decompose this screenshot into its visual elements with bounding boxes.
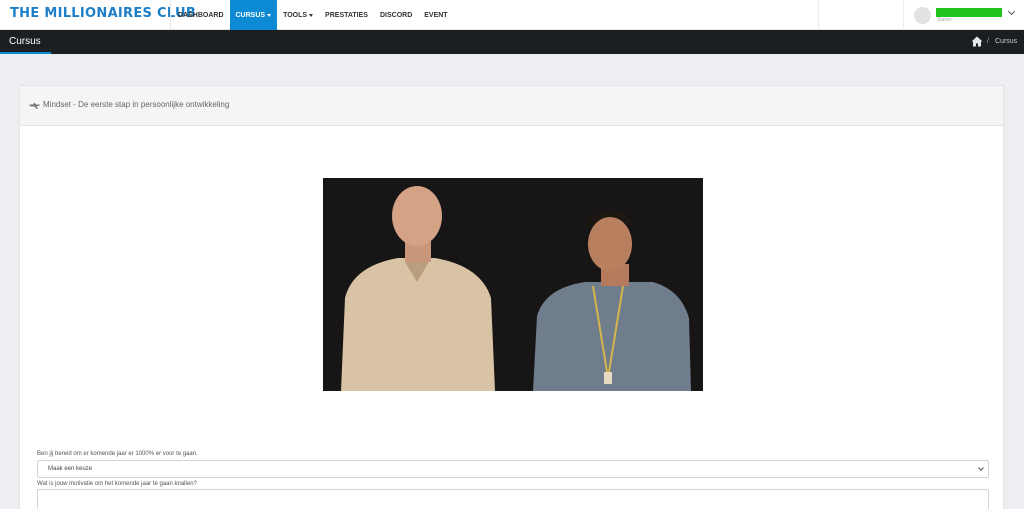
nav-item-label: CURSUS xyxy=(235,11,266,19)
nav-item-label: DASHBOARD xyxy=(178,11,224,19)
video-frame xyxy=(323,178,703,391)
nav-item-prestaties[interactable]: PRESTATIES xyxy=(319,0,374,30)
chevron-down-icon[interactable] xyxy=(1007,7,1016,16)
motivation-textarea[interactable] xyxy=(37,489,989,509)
brand-logo[interactable]: THE MILLIONAIRES CLUB xyxy=(10,6,196,21)
nav-item-dashboard[interactable]: DASHBOARD xyxy=(172,0,230,30)
page-title-bar: Cursus xyxy=(0,30,1024,54)
caret-down-icon xyxy=(309,13,314,17)
user-role: Starter xyxy=(937,17,953,23)
video-player[interactable] xyxy=(323,178,703,391)
nav-item-label: PRESTATIES xyxy=(325,11,368,19)
question-2-label: Wat is jouw motivatie om het komende jaa… xyxy=(37,481,197,487)
nav-item-tools[interactable]: TOOLS xyxy=(277,0,319,30)
navbar-divider xyxy=(903,0,904,30)
card-header: Mindset - De eerste stap in persoonlijke… xyxy=(20,86,1003,126)
lesson-card: Mindset - De eerste stap in persoonlijke… xyxy=(19,85,1004,509)
user-name-redacted[interactable] xyxy=(936,8,1002,17)
nav-item-event[interactable]: EVENT xyxy=(418,0,453,30)
breadcrumb-separator: / xyxy=(987,38,989,45)
nav-item-cursus[interactable]: CURSUS xyxy=(229,0,278,30)
nav-item-label: EVENT xyxy=(424,11,448,19)
user-avatar[interactable] xyxy=(914,7,931,24)
hand-pointer-icon xyxy=(29,102,40,109)
nav-item-label: DISCORD xyxy=(379,11,413,19)
nav-item-discord[interactable]: DISCORD xyxy=(374,0,418,30)
top-navbar: THE MILLIONAIRES CLUB DASHBOARD CURSUS T… xyxy=(0,0,1024,30)
title-underline xyxy=(0,52,51,54)
lesson-title: Mindset - De eerste stap in persoonlijke… xyxy=(43,100,230,109)
commitment-select[interactable]: Maak een keuze xyxy=(37,460,989,478)
page-title: Cursus xyxy=(9,36,41,47)
question-1-label: Ben jij bereid om er komende jaar er 100… xyxy=(37,451,198,457)
navbar-divider xyxy=(818,0,819,30)
home-icon[interactable] xyxy=(971,36,983,47)
main-nav: DASHBOARD CURSUS TOOLS PRESTATIES DISCOR… xyxy=(172,0,454,30)
caret-down-icon xyxy=(267,13,272,17)
breadcrumb-current: Cursus xyxy=(995,38,1018,45)
nav-divider xyxy=(170,0,171,30)
nav-item-label: TOOLS xyxy=(283,11,308,19)
select-value: Maak een keuze xyxy=(48,466,93,472)
chevron-down-icon xyxy=(978,465,984,471)
